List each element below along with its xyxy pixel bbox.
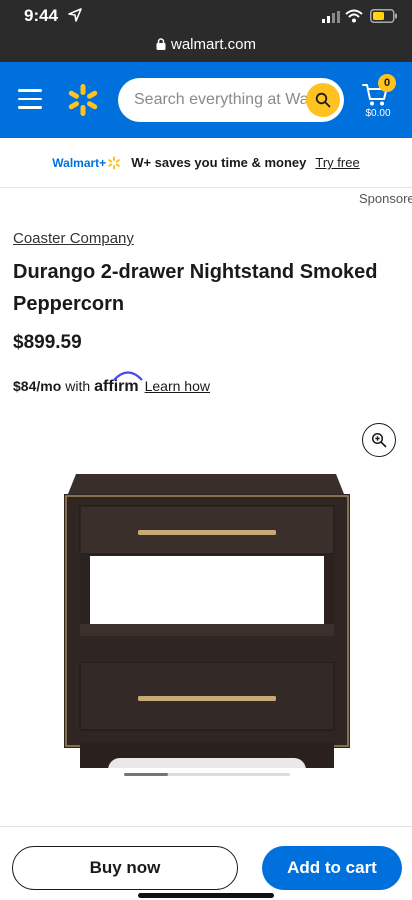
affirm-monthly-price: $84/mo xyxy=(13,378,62,394)
affirm-financing: $84/mo with affirm Learn how xyxy=(13,371,210,396)
affirm-arc-icon xyxy=(113,371,143,381)
try-free-link[interactable]: Try free xyxy=(315,155,359,170)
search-button[interactable] xyxy=(306,83,340,117)
battery-icon xyxy=(370,9,397,23)
site-header: 0 $0.00 xyxy=(0,62,412,138)
menu-icon[interactable] xyxy=(18,89,42,109)
status-time: 9:44 xyxy=(24,6,59,25)
search-icon xyxy=(315,92,331,108)
carousel-overlay xyxy=(108,758,306,782)
add-to-cart-button[interactable]: Add to cart xyxy=(262,846,402,890)
buy-now-button[interactable]: Buy now xyxy=(12,846,238,890)
url-text: walmart.com xyxy=(170,36,256,53)
cart-button[interactable]: 0 $0.00 xyxy=(358,74,398,122)
brand-link[interactable]: Coaster Company xyxy=(13,230,134,247)
walmart-plus-logo: Walmart+ xyxy=(52,156,121,170)
learn-how-link[interactable]: Learn how xyxy=(145,378,210,394)
url-bar[interactable]: walmart.com xyxy=(0,32,412,62)
search-box[interactable] xyxy=(118,78,344,122)
location-arrow-icon xyxy=(68,8,82,22)
search-input[interactable] xyxy=(134,78,310,122)
signal-icon xyxy=(322,11,340,23)
zoom-button[interactable] xyxy=(362,423,396,457)
action-footer: Buy now Add to cart xyxy=(0,826,412,900)
product-image[interactable] xyxy=(60,470,354,772)
product-title: Durango 2-drawer Nightstand Smoked Peppe… xyxy=(13,261,378,315)
walmart-plus-banner[interactable]: Walmart+ W+ saves you time & money Try f… xyxy=(0,138,412,188)
carousel-indicator[interactable] xyxy=(124,773,290,776)
affirm-logo: affirm xyxy=(94,371,143,396)
affirm-with-text: with xyxy=(65,378,91,394)
cart-total: $0.00 xyxy=(365,108,391,119)
product-price: $899.59 xyxy=(13,332,82,353)
status-bar: 9:44 xyxy=(0,0,412,32)
banner-tagline: W+ saves you time & money xyxy=(131,155,307,170)
wifi-icon xyxy=(345,9,363,23)
lock-icon xyxy=(156,38,166,50)
spark-small-icon xyxy=(108,155,121,170)
walmart-plus-logo-text: Walmart+ xyxy=(52,155,107,170)
zoom-in-icon xyxy=(371,432,387,448)
spark-logo-icon[interactable] xyxy=(66,83,100,117)
carousel-indicator-thumb xyxy=(124,773,168,776)
home-indicator[interactable] xyxy=(138,893,274,898)
sponsored-label: Sponsored xyxy=(359,191,412,206)
cart-count-badge: 0 xyxy=(378,74,396,92)
